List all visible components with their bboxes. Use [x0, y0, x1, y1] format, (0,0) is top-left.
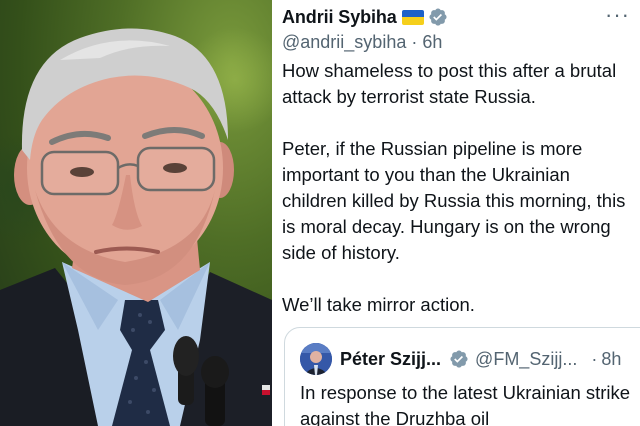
tweet-paragraph: Peter, if the Russian pipeline is more i… — [282, 138, 626, 263]
author-row: Andrii Sybiha — [282, 6, 448, 28]
verified-badge-icon[interactable] — [449, 349, 469, 369]
avatar-person-icon — [300, 343, 332, 375]
verified-badge-icon[interactable] — [428, 7, 448, 27]
tweet-paragraph: We’ll take mirror action. — [282, 294, 475, 315]
quoted-author-handle[interactable]: @FM_Szijj... — [475, 349, 577, 370]
post-time[interactable]: 6h — [422, 32, 442, 52]
quoted-tweet-header: Péter Szijj... @FM_Szijj... · 8h — [300, 342, 621, 376]
portrait-photo — [0, 0, 272, 426]
author-handle[interactable]: @andrii_sybiha — [282, 32, 406, 52]
tweet-body: How shameless to post this after a bruta… — [282, 58, 637, 344]
separator-dot: · — [591, 348, 598, 369]
man-in-suit-illustration — [0, 28, 272, 426]
separator-dot: · — [411, 31, 418, 52]
quoted-author-name[interactable]: Péter Szijj... — [340, 349, 441, 370]
ukraine-flag-icon — [401, 9, 424, 25]
more-options-icon[interactable]: ··· — [605, 4, 630, 26]
tweet-paragraph: How shameless to post this after a bruta… — [282, 60, 617, 107]
quoted-post-time[interactable]: 8h — [601, 349, 621, 370]
tweet-card: Andrii Sybiha ··· @andrii_sybiha · 6h Ho… — [272, 0, 640, 426]
author-name[interactable]: Andrii Sybiha — [282, 7, 397, 28]
avatar[interactable] — [300, 343, 332, 375]
quoted-tweet-text: In response to the latest Ukrainian stri… — [300, 382, 631, 426]
quoted-tweet[interactable]: Péter Szijj... @FM_Szijj... · 8h In resp… — [284, 327, 640, 426]
handle-row: @andrii_sybiha · 6h — [282, 31, 442, 53]
